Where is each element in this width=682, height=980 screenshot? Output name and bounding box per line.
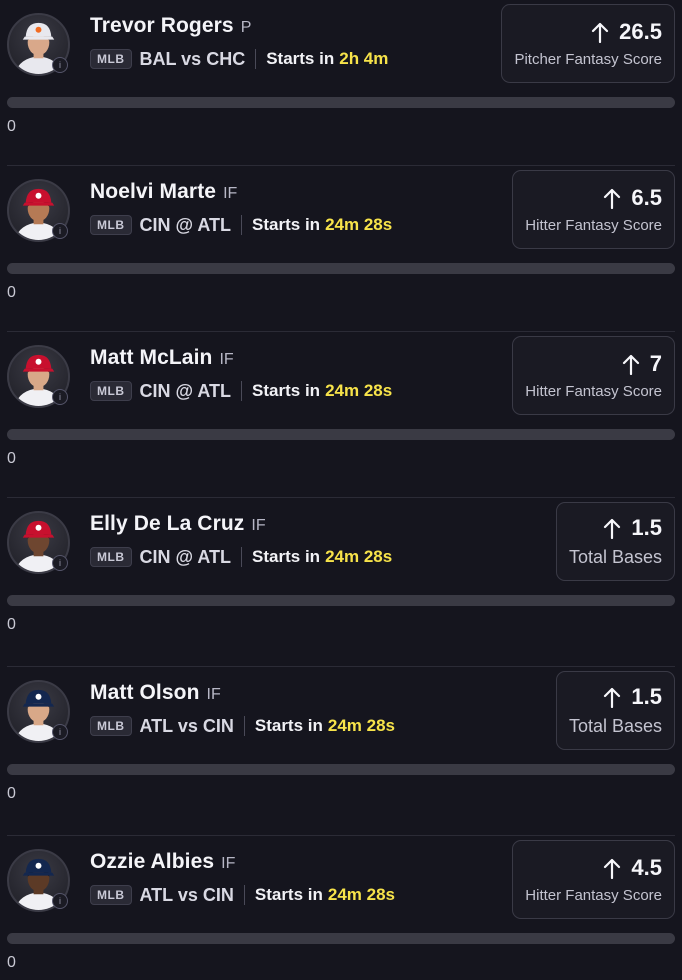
player-prop-list: i Trevor Rogers P MLB BAL vs CHC Starts … — [0, 0, 682, 980]
start-time-label: Starts in — [266, 49, 335, 68]
start-countdown: 24m 28s — [327, 716, 396, 735]
projection-line-value: 6.5 — [631, 185, 662, 210]
projection-line-button[interactable]: 7 Hitter Fantasy Score — [512, 336, 675, 415]
info-icon[interactable]: i — [52, 57, 68, 73]
player-prop-card[interactable]: i Elly De La Cruz IF MLB CIN @ ATL Start… — [0, 498, 682, 667]
projection-line-button[interactable]: 6.5 Hitter Fantasy Score — [512, 170, 675, 249]
player-name[interactable]: Trevor Rogers — [90, 14, 234, 38]
separator — [243, 716, 245, 736]
progress-bar — [7, 97, 675, 108]
progress-value: 0 — [7, 954, 16, 971]
player-prop-card[interactable]: i Ozzie Albies IF MLB ATL vs CIN Starts … — [0, 836, 682, 980]
arrow-up-icon — [604, 687, 621, 708]
game-matchup: ATL vs CIN — [139, 884, 234, 905]
separator — [241, 547, 243, 567]
start-time-label: Starts in — [252, 381, 321, 400]
progress-bar — [7, 263, 675, 274]
progress-bar — [7, 933, 675, 944]
projection-line-button[interactable]: 1.5 Total Bases — [555, 502, 675, 581]
player-position: IF — [206, 686, 221, 703]
arrow-up-icon — [604, 188, 621, 209]
player-name[interactable]: Matt Olson — [90, 681, 200, 705]
projection-line-value: 4.5 — [631, 855, 662, 880]
start-countdown: 24m 28s — [325, 381, 393, 400]
game-matchup: CIN @ ATL — [139, 546, 232, 567]
projection-line-value: 7 — [649, 351, 662, 376]
separator — [255, 49, 257, 69]
player-position: IF — [251, 517, 266, 534]
player-prop-card[interactable]: i Matt Olson IF MLB ATL vs CIN Starts in… — [0, 667, 682, 836]
player-position: IF — [221, 855, 236, 872]
start-countdown: 24m 28s — [325, 215, 393, 234]
arrow-up-icon — [592, 22, 609, 43]
stat-type-label: Hitter Fantasy Score — [525, 217, 662, 234]
game-matchup: CIN @ ATL — [139, 214, 232, 235]
stat-type-label: Hitter Fantasy Score — [525, 383, 662, 400]
projection-line-value: 1.5 — [631, 684, 662, 709]
player-prop-card[interactable]: i Trevor Rogers P MLB BAL vs CHC Starts … — [0, 0, 682, 166]
separator — [243, 885, 245, 905]
progress-value: 0 — [7, 785, 16, 802]
projection-line-button[interactable]: 4.5 Hitter Fantasy Score — [512, 840, 675, 919]
league-badge: MLB — [90, 381, 132, 401]
game-matchup: ATL vs CIN — [139, 715, 234, 736]
stat-type-label: Pitcher Fantasy Score — [514, 51, 662, 68]
player-name[interactable]: Elly De La Cruz — [90, 512, 244, 536]
arrow-up-icon — [622, 354, 639, 375]
arrow-up-icon — [604, 518, 621, 539]
info-icon[interactable]: i — [52, 724, 68, 740]
player-position: IF — [223, 185, 238, 202]
league-badge: MLB — [90, 547, 132, 567]
game-matchup: BAL vs CHC — [139, 48, 246, 69]
start-time-label: Starts in — [252, 215, 321, 234]
progress-value: 0 — [7, 616, 16, 633]
info-icon[interactable]: i — [52, 389, 68, 405]
start-countdown: 2h 4m — [339, 49, 389, 68]
stat-type-label: Hitter Fantasy Score — [525, 887, 662, 904]
player-position: IF — [219, 351, 234, 368]
info-icon[interactable]: i — [52, 893, 68, 909]
league-badge: MLB — [90, 49, 132, 69]
league-badge: MLB — [90, 215, 132, 235]
progress-bar — [7, 429, 675, 440]
stat-type-label: Total Bases — [568, 547, 662, 567]
player-position: P — [240, 19, 252, 36]
game-matchup: CIN @ ATL — [139, 380, 232, 401]
progress-bar — [7, 595, 675, 606]
progress-bar — [7, 764, 675, 775]
player-name[interactable]: Noelvi Marte — [90, 180, 216, 204]
start-time-label: Starts in — [254, 716, 323, 735]
player-name[interactable]: Ozzie Albies — [90, 850, 214, 874]
separator — [241, 215, 243, 235]
info-icon[interactable]: i — [52, 223, 68, 239]
player-name[interactable]: Matt McLain — [90, 346, 212, 370]
stat-type-label: Total Bases — [568, 716, 662, 736]
league-badge: MLB — [90, 885, 132, 905]
projection-line-button[interactable]: 26.5 Pitcher Fantasy Score — [501, 4, 675, 83]
separator — [241, 381, 243, 401]
start-time-label: Starts in — [254, 885, 323, 904]
start-countdown: 24m 28s — [325, 547, 393, 566]
arrow-up-icon — [604, 858, 621, 879]
player-prop-card[interactable]: i Noelvi Marte IF MLB CIN @ ATL Starts i… — [0, 166, 682, 332]
projection-line-value: 26.5 — [619, 19, 662, 44]
progress-value: 0 — [7, 284, 16, 301]
start-countdown: 24m 28s — [327, 885, 396, 904]
progress-value: 0 — [7, 118, 16, 135]
start-time-label: Starts in — [252, 547, 321, 566]
league-badge: MLB — [90, 716, 132, 736]
info-icon[interactable]: i — [52, 555, 68, 571]
projection-line-value: 1.5 — [631, 515, 662, 540]
progress-value: 0 — [7, 450, 16, 467]
projection-line-button[interactable]: 1.5 Total Bases — [555, 671, 675, 750]
player-prop-card[interactable]: i Matt McLain IF MLB CIN @ ATL Starts in… — [0, 332, 682, 498]
